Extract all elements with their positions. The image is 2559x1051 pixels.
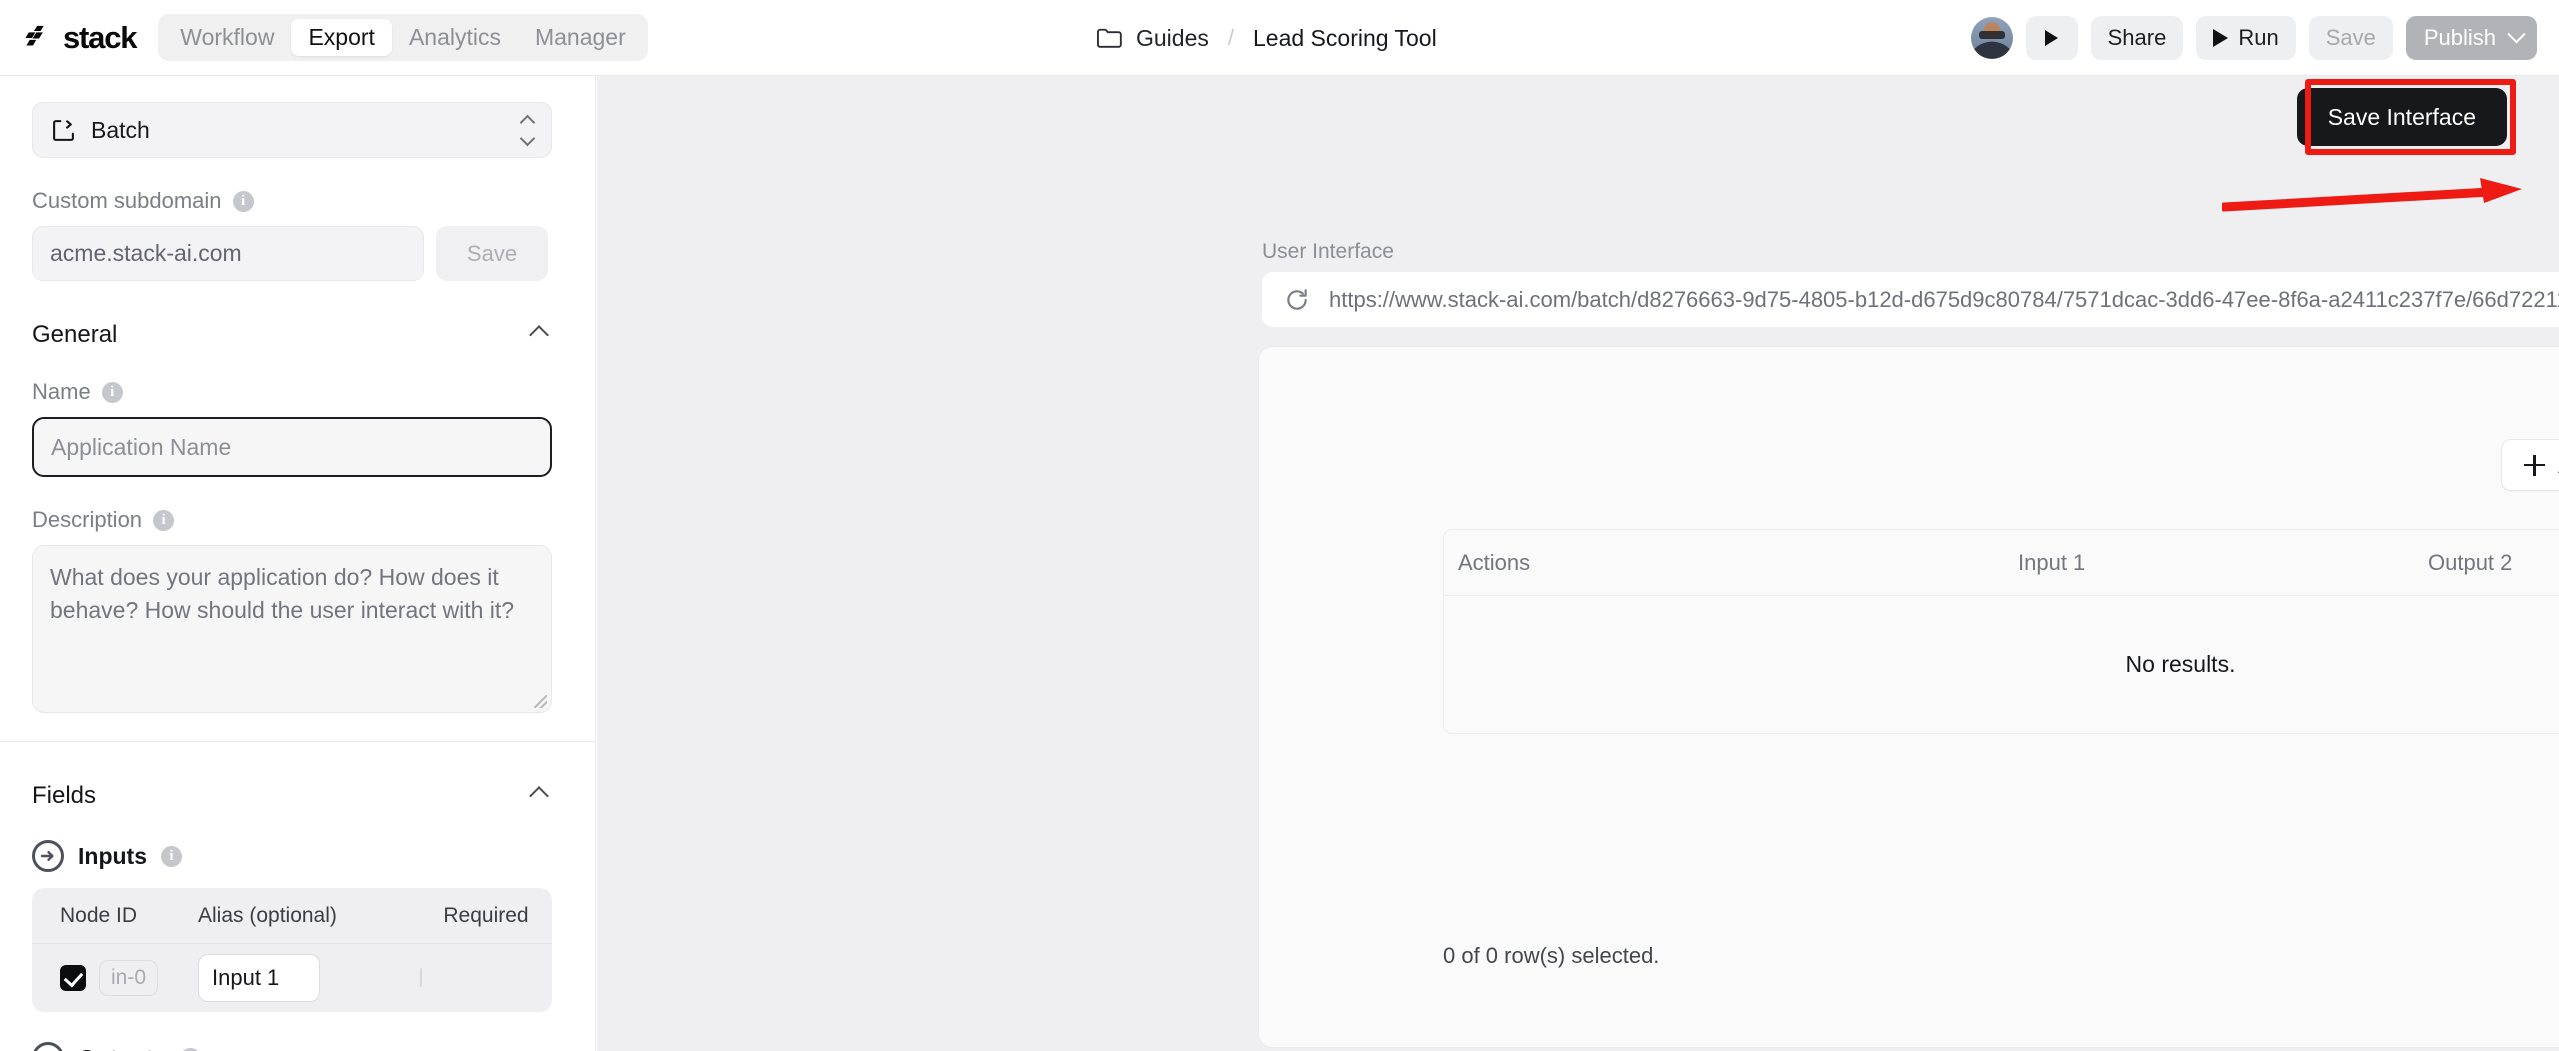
name-label: Name	[32, 379, 91, 404]
save-interface-wrap: Save Interface	[2296, 88, 2507, 146]
selection-count: 0 of 0 row(s) selected.	[1443, 943, 1660, 968]
export-type-label: Batch	[91, 116, 150, 143]
chevron-down-icon	[2507, 24, 2526, 43]
nav-tab-manager[interactable]: Manager	[518, 19, 643, 56]
sidebar-divider	[0, 741, 595, 742]
info-icon[interactable]: i	[232, 190, 254, 212]
runs-table-footer: 0 of 0 row(s) selected. Previous Next	[1443, 931, 2559, 981]
stack-logo-icon	[25, 25, 44, 45]
description-placeholder: What does your application do? How does …	[50, 564, 515, 623]
runs-table: Actions Input 1 Output 2 No results.	[1443, 529, 2559, 734]
info-icon[interactable]: i	[180, 1047, 202, 1051]
add-run-button[interactable]: Add Run	[2501, 439, 2559, 491]
primary-nav: Workflow Export Analytics Manager	[158, 14, 648, 61]
chevron-up-icon	[529, 786, 549, 806]
custom-subdomain-row: acme.stack-ai.com Save	[32, 226, 564, 281]
cursor-pointer-button[interactable]	[2025, 16, 2078, 60]
batch-runs-card: Add Run Run Batch ••• Actions Input 1 Ou…	[1258, 346, 2559, 1048]
custom-subdomain-label: Custom subdomain	[32, 188, 222, 213]
column-header-node-id: Node ID	[60, 903, 138, 927]
resize-handle[interactable]	[534, 695, 547, 708]
runs-table-empty-state: No results.	[2125, 651, 2236, 677]
inputs-table-header: Node ID Alias (optional) Required	[32, 888, 552, 944]
breadcrumb: Guides / Lead Scoring Tool	[1096, 0, 1437, 76]
required-checkbox[interactable]	[420, 968, 422, 987]
chevron-updown-icon	[519, 114, 536, 146]
subdomain-save-button[interactable]: Save	[436, 226, 548, 281]
run-button-label: Run	[2238, 25, 2279, 50]
nav-tab-analytics[interactable]: Analytics	[392, 19, 518, 56]
interface-url-bar[interactable]: https://www.stack-ai.com/batch/d8276663-…	[1262, 272, 2559, 327]
runs-table-header: Actions Input 1 Output 2	[1444, 530, 2559, 596]
brand-name: stack	[63, 19, 138, 55]
general-section-title: General	[32, 321, 118, 348]
user-interface-label: User Interface	[1262, 240, 1394, 263]
share-button[interactable]: Share	[2090, 16, 2184, 60]
row-enabled-checkbox[interactable]	[60, 965, 86, 991]
required-cell	[420, 968, 552, 987]
outputs-icon	[32, 1042, 64, 1051]
inputs-table: Node ID Alias (optional) Required in-0 I…	[32, 888, 552, 1012]
description-textarea[interactable]: What does your application do? How does …	[32, 545, 552, 713]
alias-cell: Input 1	[198, 954, 420, 1002]
column-header-input-1: Input 1	[2018, 549, 2086, 575]
avatar[interactable]	[1970, 17, 2013, 59]
inputs-icon	[32, 840, 64, 872]
export-settings-sidebar: Batch Custom subdomain i acme.stack-ai.c…	[0, 76, 596, 1051]
batch-icon	[53, 119, 74, 141]
custom-subdomain-input[interactable]: acme.stack-ai.com	[32, 226, 424, 281]
node-id-cell: in-0	[32, 960, 198, 996]
general-section-header[interactable]: General	[32, 321, 552, 349]
inputs-label: Inputs	[78, 842, 147, 869]
inputs-header: Inputs i	[32, 840, 564, 872]
chevron-up-icon	[529, 325, 549, 345]
main-panel: Save Interface User Interface https://ww…	[597, 76, 2559, 1051]
fields-section-header[interactable]: Fields	[32, 782, 552, 810]
fields-section-title: Fields	[32, 782, 97, 809]
cursor-icon	[2045, 30, 2059, 46]
refresh-icon[interactable]	[1284, 287, 1310, 313]
play-icon	[2213, 29, 2229, 47]
info-icon[interactable]: i	[101, 381, 123, 403]
column-header-output-2: Output 2	[2428, 549, 2513, 575]
column-header-required: Required	[443, 903, 529, 927]
info-icon[interactable]: i	[153, 509, 175, 531]
batch-toolbar: Add Run Run Batch •••	[2501, 439, 2559, 491]
name-label-row: Name i	[32, 379, 564, 405]
breadcrumb-separator: /	[1227, 25, 1234, 50]
interface-url-text: https://www.stack-ai.com/batch/d8276663-…	[1329, 286, 2559, 312]
breadcrumb-current: Lead Scoring Tool	[1253, 24, 1437, 51]
plus-icon	[2524, 454, 2546, 476]
column-header-alias: Alias (optional)	[198, 903, 337, 927]
publish-button-label: Publish	[2423, 25, 2496, 50]
folder-icon	[1097, 28, 1122, 48]
outputs-label: Outputs	[78, 1045, 166, 1051]
export-type-select[interactable]: Batch	[32, 102, 552, 158]
info-icon[interactable]: i	[161, 845, 182, 867]
description-label-row: Description i	[32, 507, 564, 533]
outputs-header: Outputs i	[32, 1042, 564, 1051]
description-label: Description	[32, 507, 143, 532]
publish-button[interactable]: Publish	[2405, 16, 2537, 60]
save-button[interactable]: Save	[2308, 16, 2393, 60]
application-name-input[interactable]: Application Name	[32, 417, 552, 477]
run-button[interactable]: Run	[2196, 16, 2296, 60]
annotation-arrow	[2222, 178, 2522, 212]
custom-subdomain-label-row: Custom subdomain i	[32, 188, 564, 214]
column-header-actions: Actions	[1458, 549, 1531, 575]
breadcrumb-parent[interactable]: Guides	[1136, 25, 1209, 52]
top-header: stack Workflow Export Analytics Manager …	[0, 0, 2559, 76]
table-row: in-0 Input 1	[32, 944, 552, 1012]
nav-tab-export[interactable]: Export	[291, 19, 392, 56]
alias-input[interactable]: Input 1	[198, 954, 320, 1002]
nav-tab-workflow[interactable]: Workflow	[163, 19, 291, 56]
header-actions: Share Run Save Publish	[1970, 0, 2537, 76]
save-interface-button[interactable]: Save Interface	[2296, 88, 2507, 146]
node-id-value: in-0	[99, 960, 159, 996]
brand-logo[interactable]: stack	[25, 19, 138, 56]
